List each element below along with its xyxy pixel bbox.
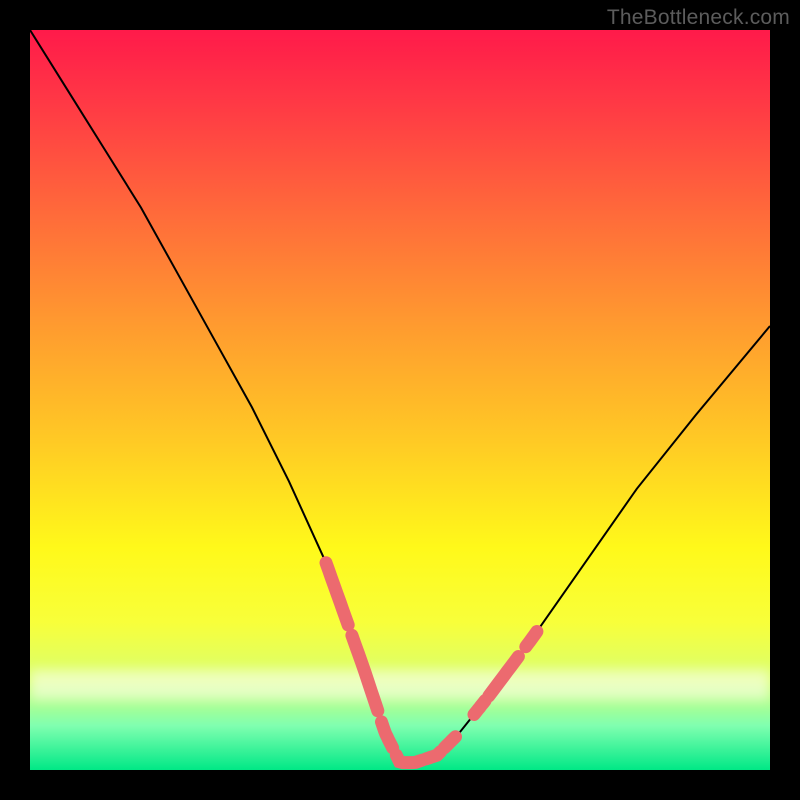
highlight-segment (352, 635, 378, 711)
chart-plot (30, 30, 770, 770)
highlight-segment (444, 737, 455, 748)
highlight-segment (382, 722, 393, 748)
highlight-segment (396, 755, 422, 762)
highlight-segment (474, 701, 485, 715)
highlight-segment (326, 563, 348, 625)
bottleneck-curve (30, 30, 770, 763)
highlight-segment (489, 657, 519, 697)
highlight-segment (526, 632, 537, 647)
watermark-text: TheBottleneck.com (607, 6, 790, 30)
chart-frame (30, 30, 770, 770)
highlight-segment (426, 752, 441, 759)
